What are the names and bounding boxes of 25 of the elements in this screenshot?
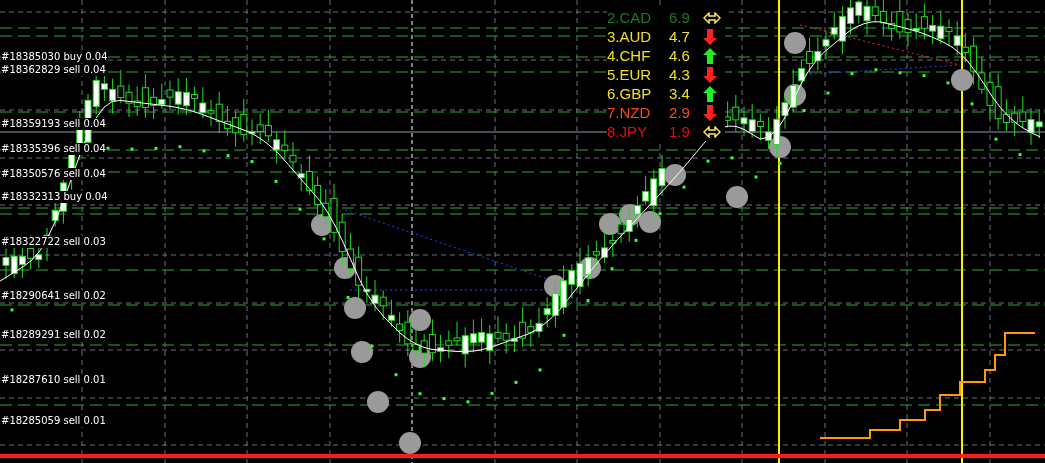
currency-rank: 3.AUD [607, 28, 653, 45]
strength-value: 6.9 [669, 9, 691, 26]
currency-rank: 7.NZD [607, 104, 652, 121]
order-label: #18289291 sell 0.02 [1, 329, 106, 341]
order-label: #18362829 sell 0.04 [1, 64, 106, 76]
order-label: #18385030 buy 0.04 [1, 51, 108, 63]
currency-rank: 4.CHF [607, 47, 652, 64]
strength-value: 4.6 [669, 47, 691, 64]
order-label: #18332313 buy 0.04 [1, 191, 108, 203]
order-label: #18335396 sell 0.04 [1, 143, 106, 155]
strength-value: 4.3 [669, 66, 691, 83]
order-label: #18322722 sell 0.03 [1, 236, 106, 248]
strength-value: 1.9 [669, 123, 691, 140]
currency-rank: 6.GBP [607, 85, 653, 102]
strength-value: 3.4 [669, 85, 691, 102]
order-label: #18285059 sell 0.01 [1, 415, 106, 427]
strength-value: 4.7 [669, 28, 691, 45]
currency-rank: 8.JPY [607, 123, 649, 140]
currency-rank: 2.CAD [607, 9, 653, 26]
order-label: #18359193 sell 0.04 [1, 118, 106, 130]
order-label: #18290641 sell 0.02 [1, 290, 106, 302]
currency-rank: 5.EUR [607, 66, 653, 83]
order-label: #18287610 sell 0.01 [1, 374, 106, 386]
order-label: #18350576 sell 0.04 [1, 168, 106, 180]
strength-value: 2.9 [669, 104, 691, 121]
